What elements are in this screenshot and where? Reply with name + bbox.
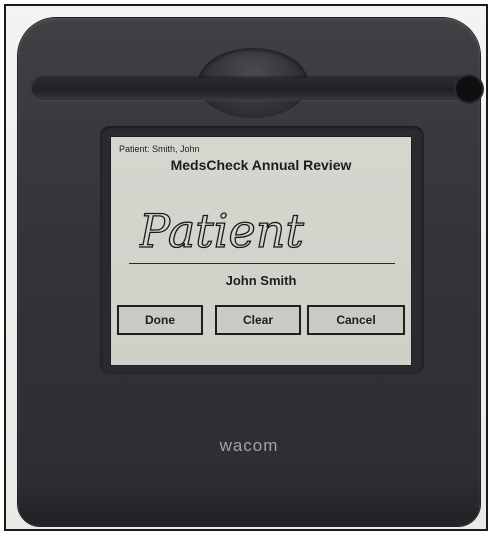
pad-lower-edge: [18, 478, 480, 526]
stylus-pen[interactable]: [32, 78, 472, 100]
cancel-button[interactable]: Cancel: [307, 305, 405, 335]
signature-area[interactable]: Patient: [139, 189, 319, 257]
pen-tray: [18, 48, 482, 118]
signer-name: John Smith: [225, 273, 297, 288]
document-title: MedsCheck Annual Review: [170, 157, 352, 173]
handwritten-signature: Patient: [139, 204, 304, 257]
done-button[interactable]: Done: [117, 305, 203, 335]
signature-line: [129, 263, 395, 264]
lcd-screen[interactable]: Patient: Smith, John MedsCheck Annual Re…: [110, 136, 412, 366]
clear-button[interactable]: Clear: [215, 305, 301, 335]
photo-frame: Patient: Smith, John MedsCheck Annual Re…: [4, 4, 488, 531]
patient-label: Patient: Smith, John: [119, 144, 200, 154]
signature-pad-device: Patient: Smith, John MedsCheck Annual Re…: [18, 18, 482, 526]
brand-logo: wacom: [219, 436, 279, 455]
stylus-tip-icon: [456, 76, 482, 102]
